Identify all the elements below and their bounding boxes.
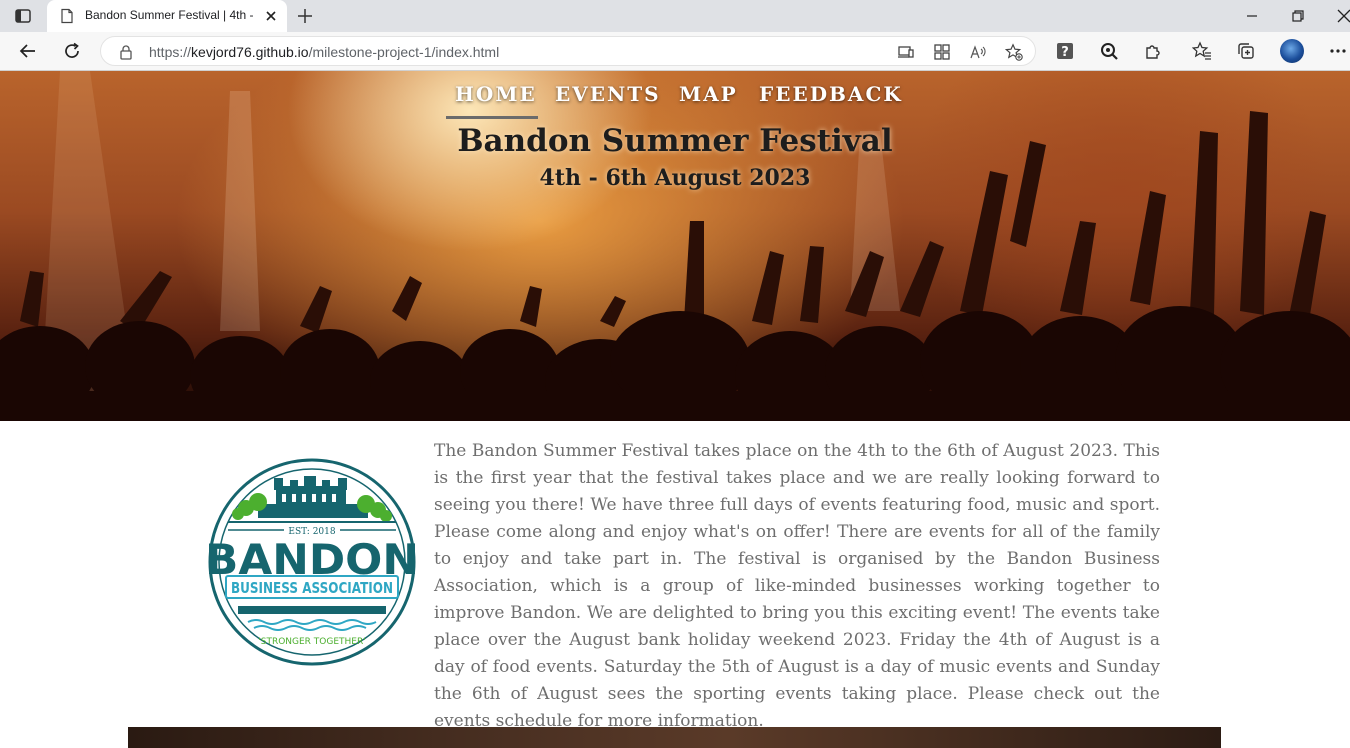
collections-icon[interactable] xyxy=(1236,41,1256,61)
browser-tab[interactable]: Bandon Summer Festival | 4th - 6th Augus… xyxy=(47,0,287,32)
profile-avatar[interactable] xyxy=(1280,39,1304,63)
minimize-icon[interactable] xyxy=(1244,8,1260,24)
search-extension-icon[interactable] xyxy=(1099,41,1119,61)
nav-link-feedback[interactable]: FEEDBACK xyxy=(759,82,903,108)
address-bar[interactable]: https://kevjord76.github.io/milestone-pr… xyxy=(100,36,1036,66)
url-path: /milestone-project-1/index.html xyxy=(308,44,500,60)
favorites-icon[interactable] xyxy=(1192,41,1212,61)
page-icon xyxy=(61,8,73,24)
tab-title: Bandon Summer Festival | 4th - 6th Augus… xyxy=(85,8,253,22)
more-icon[interactable] xyxy=(1328,41,1348,61)
lock-icon[interactable] xyxy=(119,44,133,60)
svg-text:?: ? xyxy=(1061,45,1069,60)
url-host: kevjord76.github.io xyxy=(191,44,309,60)
active-nav-indicator xyxy=(446,116,538,119)
extensions-icon[interactable] xyxy=(1143,41,1163,61)
page-title: Bandon Summer Festival xyxy=(457,123,893,159)
nav-link-map[interactable]: MAP xyxy=(679,82,738,108)
logo-motto-text: 'STRONGER TOGETHER' xyxy=(258,637,365,647)
next-section-image xyxy=(128,727,1221,748)
hero-banner: HOME EVENTS MAP FEEDBACK Bandon Summer F… xyxy=(0,71,1350,421)
close-window-icon[interactable] xyxy=(1336,8,1350,24)
add-favorite-icon[interactable] xyxy=(1005,43,1023,61)
nav-link-home[interactable]: HOME xyxy=(455,82,537,108)
tab-actions-icon[interactable] xyxy=(14,7,32,25)
device-icon[interactable] xyxy=(897,43,915,61)
url-prefix: https:// xyxy=(149,44,192,60)
bandon-business-association-logo: EST: 2018 BANDON BUSINESS ASSOCIATION 'S… xyxy=(205,458,419,666)
refresh-icon[interactable] xyxy=(62,41,82,61)
browser-toolbar: https://kevjord76.github.io/milestone-pr… xyxy=(0,32,1350,71)
back-arrow-icon[interactable] xyxy=(18,41,38,61)
read-aloud-icon[interactable] xyxy=(969,43,987,61)
logo-subtitle-text: BUSINESS ASSOCIATION xyxy=(231,579,393,597)
help-extension-icon[interactable]: ? xyxy=(1055,41,1075,61)
main-nav: HOME EVENTS MAP FEEDBACK xyxy=(0,82,1350,108)
app-available-icon[interactable] xyxy=(933,43,951,61)
festival-intro-paragraph: The Bandon Summer Festival takes place o… xyxy=(434,441,1160,731)
new-tab-icon[interactable] xyxy=(296,7,314,25)
nav-link-events[interactable]: EVENTS xyxy=(555,82,661,108)
restore-icon[interactable] xyxy=(1290,8,1306,24)
close-tab-icon[interactable] xyxy=(263,8,279,24)
url-text[interactable]: https://kevjord76.github.io/milestone-pr… xyxy=(149,44,499,60)
browser-tab-bar: Bandon Summer Festival | 4th - 6th Augus… xyxy=(0,0,1350,32)
festival-dates: 4th - 6th August 2023 xyxy=(539,165,811,191)
